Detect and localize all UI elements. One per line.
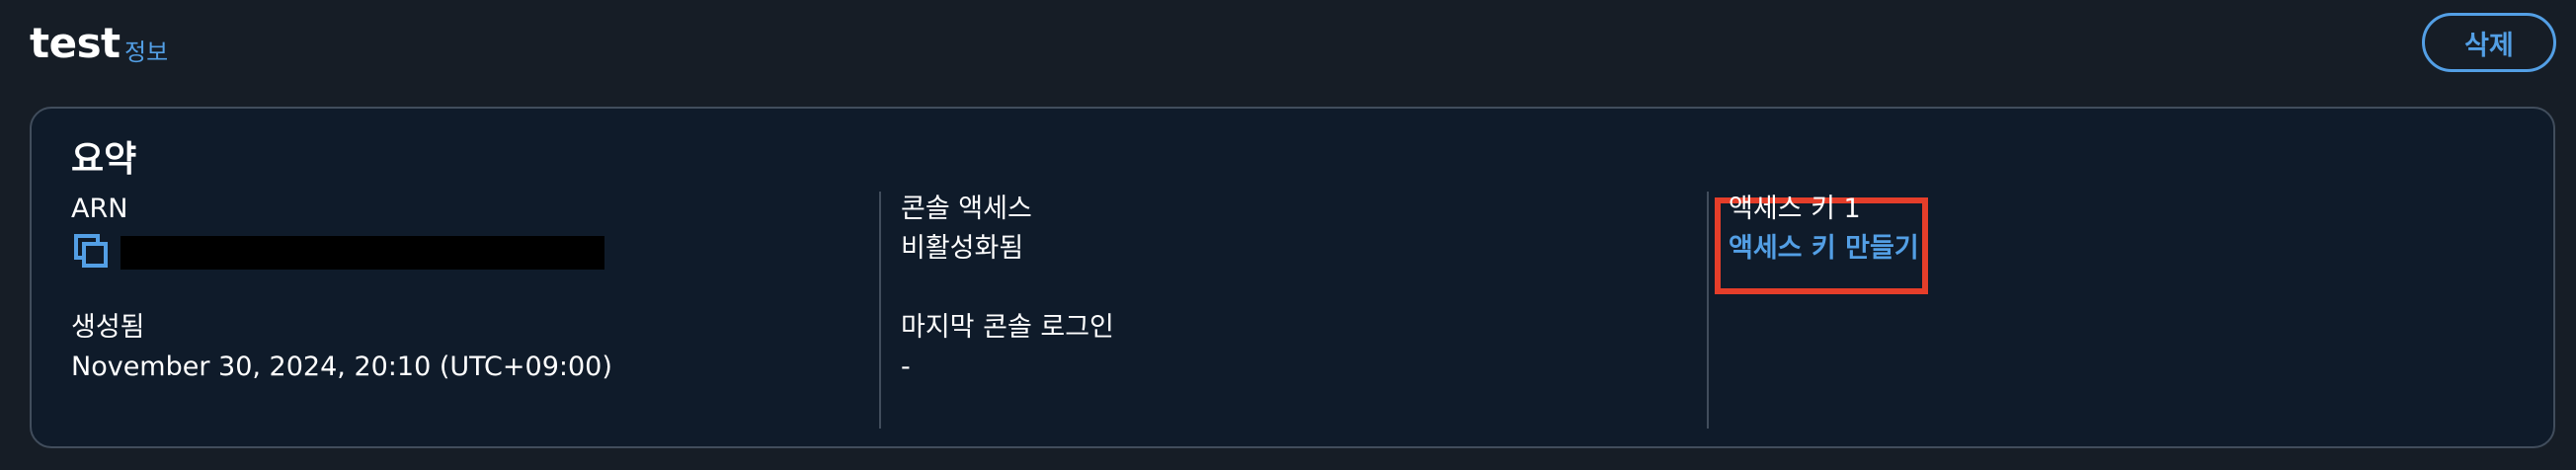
last-console-login-label: 마지막 콘솔 로그인 bbox=[901, 312, 1114, 343]
summary-card: 요약 ARN 생성됨 November 30, 2024, 20:10 (UTC… bbox=[30, 107, 2555, 448]
delete-button[interactable]: 삭제 bbox=[2422, 13, 2556, 72]
created-label: 생성됨 bbox=[71, 312, 145, 343]
page-title: test bbox=[30, 19, 121, 67]
arn-value-redacted bbox=[121, 236, 604, 270]
console-access-value: 비활성화됨 bbox=[901, 233, 1024, 264]
page-header: test 정보 삭제 bbox=[30, 0, 2556, 99]
copy-icon[interactable] bbox=[73, 233, 109, 269]
summary-column-3: 액세스 키 1 액세스 키 만들기 bbox=[1707, 192, 2519, 429]
console-access-label: 콘솔 액세스 bbox=[901, 194, 1032, 224]
create-access-key-link[interactable]: 액세스 키 만들기 bbox=[1729, 231, 1919, 267]
summary-column-1: ARN 생성됨 November 30, 2024, 20:10 (UTC+09… bbox=[71, 192, 861, 429]
user-details-page: test 정보 삭제 요약 ARN 생성됨 November 30, 2024,… bbox=[0, 0, 2576, 470]
last-console-login-value: - bbox=[901, 352, 911, 382]
summary-title: 요약 bbox=[71, 139, 137, 180]
summary-column-2: 콘솔 액세스 비활성화됨 마지막 콘솔 로그인 - bbox=[879, 192, 1691, 429]
info-link[interactable]: 정보 bbox=[124, 36, 168, 69]
created-value: November 30, 2024, 20:10 (UTC+09:00) bbox=[71, 352, 612, 382]
access-key-label: 액세스 키 1 bbox=[1729, 194, 1861, 224]
arn-label: ARN bbox=[71, 194, 128, 224]
